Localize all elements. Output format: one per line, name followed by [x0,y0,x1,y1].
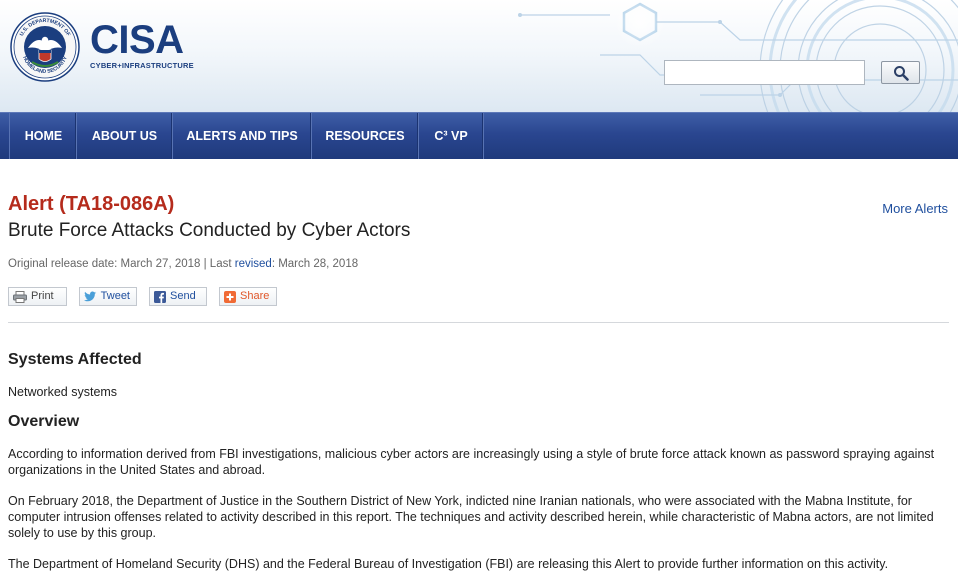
nav-item-label: C³ VP [434,129,468,143]
cisa-logo[interactable]: CISA CYBER+INFRASTRUCTURE [90,20,194,70]
more-alerts-link[interactable]: More Alerts [882,201,948,216]
logo-tagline: CYBER+INFRASTRUCTURE [90,61,194,70]
nav-item-label: ALERTS AND TIPS [186,129,298,143]
dhs-seal-logo: U.S. DEPARTMENT OF HOMELAND SECURITY [10,12,80,82]
alert-title: Brute Force Attacks Conducted by Cyber A… [8,220,411,241]
magnifier-icon [893,65,909,81]
nav-item-label: HOME [24,129,63,143]
nav-item-resources[interactable]: RESOURCES [312,113,419,159]
nav-item-label: ABOUT US [91,129,158,143]
tweet-button[interactable]: Tweet [79,287,137,306]
twitter-bird-icon [84,291,97,302]
facebook-icon [154,290,166,303]
search-button[interactable] [881,61,920,84]
section-divider [8,322,949,323]
send-label: Send [170,290,196,302]
nav-item-alerts-and-tips[interactable]: ALERTS AND TIPS [173,113,312,159]
release-date-line: Original release date: March 27, 2018 | … [8,257,358,271]
overview-paragraph: On February 2018, the Department of Just… [8,494,934,540]
nav-item-home[interactable]: HOME [11,113,77,159]
nav-left-edge [0,113,10,159]
search-input[interactable] [664,60,865,85]
release-date-text: Original release date: March 27, 2018 | … [8,258,235,270]
print-button[interactable]: Print [8,287,67,306]
share-button[interactable]: Share [219,287,277,306]
plus-icon [224,290,236,303]
systems-affected-text: Networked systems [8,385,118,399]
printer-icon [13,290,27,303]
overview-paragraph: The Department of Homeland Security (DHS… [8,557,889,571]
print-label: Print [31,290,54,302]
facebook-send-button[interactable]: Send [149,287,207,306]
revised-link[interactable]: revised [235,258,272,270]
overview-paragraph: According to information derived from FB… [8,447,935,477]
nav-item-about-us[interactable]: ABOUT US [77,113,173,159]
systems-affected-heading: Systems Affected [8,351,142,368]
main-nav: HOME ABOUT US ALERTS AND TIPS RESOURCES … [0,112,958,159]
nav-item-label: RESOURCES [325,129,405,143]
share-label: Share [240,290,270,302]
tweet-label: Tweet [100,290,130,302]
logo-wordmark: CISA [90,18,184,62]
nav-item-c3vp[interactable]: C³ VP [419,113,484,159]
overview-heading: Overview [8,413,80,430]
revised-date-text: : March 28, 2018 [271,258,359,270]
alert-id-heading: Alert (TA18-086A) [8,193,175,215]
site-header: U.S. DEPARTMENT OF HOMELAND SECURITY CIS… [0,0,958,112]
